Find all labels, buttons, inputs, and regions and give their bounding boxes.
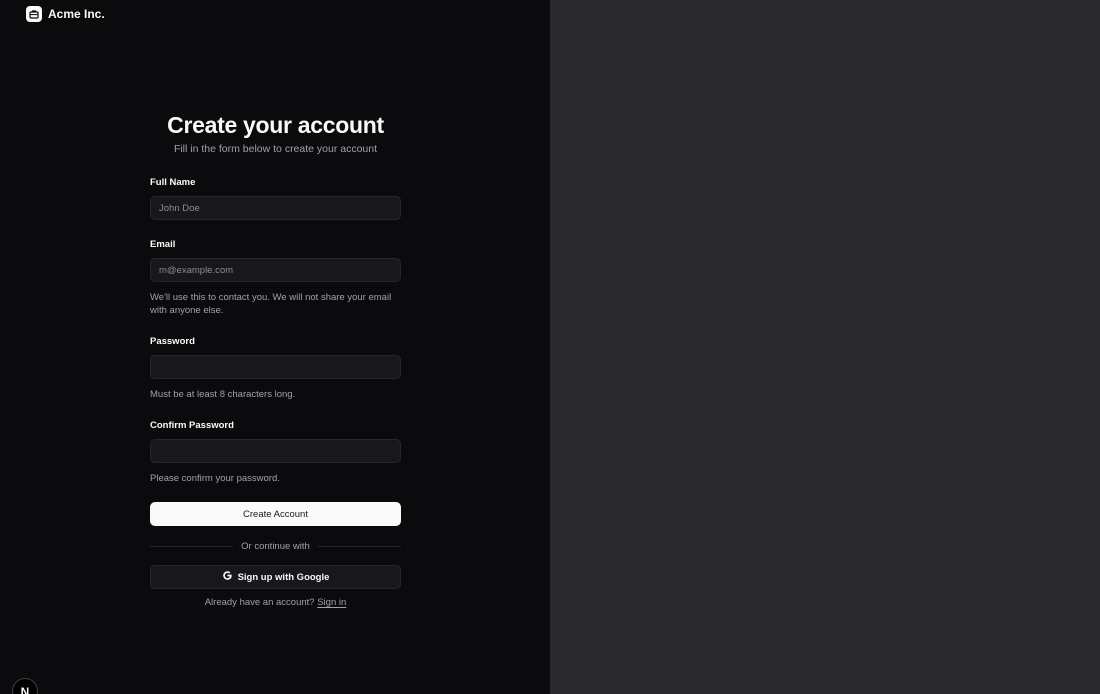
full-name-input[interactable]: John Doe xyxy=(150,196,401,220)
email-help-text: We'll use this to contact you. We will n… xyxy=(150,292,392,316)
confirm-password-input[interactable] xyxy=(150,439,401,463)
google-icon xyxy=(222,570,233,584)
briefcase-icon xyxy=(26,6,42,22)
page-title: Create your account xyxy=(167,112,384,138)
create-account-button[interactable]: Create Account xyxy=(150,502,401,526)
nextjs-icon: N xyxy=(20,685,30,694)
full-name-placeholder: John Doe xyxy=(159,202,200,214)
nextjs-dev-badge[interactable]: N xyxy=(12,678,38,694)
signup-form: Create your account Fill in the form bel… xyxy=(150,110,401,608)
full-name-label: Full Name xyxy=(150,177,196,188)
divider: Or continue with xyxy=(150,539,401,553)
signin-row: Already have an account? Sign in xyxy=(150,597,401,608)
email-placeholder: m@example.com xyxy=(159,264,234,276)
confirm-password-label: Confirm Password xyxy=(150,420,234,431)
form-pane: Acme Inc. Create your account Fill in th… xyxy=(0,0,550,694)
divider-line-right xyxy=(317,545,401,547)
signup-page: Acme Inc. Create your account Fill in th… xyxy=(0,0,1100,694)
signin-link[interactable]: Sign in xyxy=(317,597,346,608)
google-button-label: Sign up with Google xyxy=(237,571,330,583)
brand-name: Acme Inc. xyxy=(48,7,105,21)
divider-line-left xyxy=(150,545,234,547)
brand[interactable]: Acme Inc. xyxy=(26,6,105,22)
email-input[interactable]: m@example.com xyxy=(150,258,401,282)
signin-prompt: Already have an account? xyxy=(204,597,315,608)
page-subtitle: Fill in the form below to create your ac… xyxy=(173,143,378,155)
google-signup-button[interactable]: Sign up with Google xyxy=(150,565,401,589)
password-input[interactable] xyxy=(150,355,401,379)
divider-text: Or continue with xyxy=(241,540,310,552)
password-help-text: Must be at least 8 characters long. xyxy=(150,389,296,400)
email-label: Email xyxy=(150,239,176,250)
confirm-password-help-text: Please confirm your password. xyxy=(150,473,280,484)
password-label: Password xyxy=(150,336,195,347)
image-placeholder-pane xyxy=(550,0,1100,694)
